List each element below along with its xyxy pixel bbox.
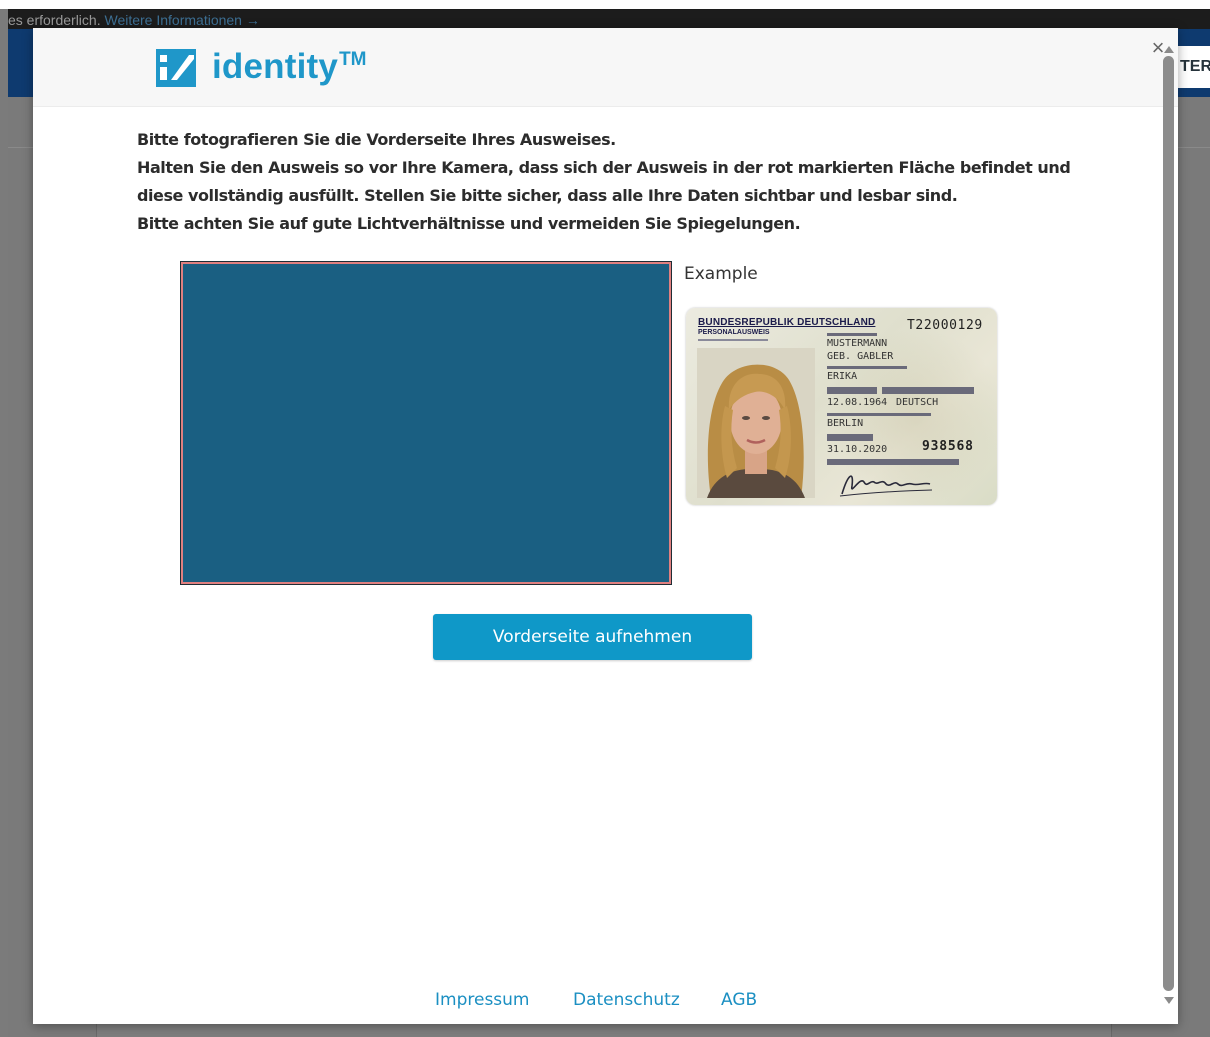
impressum-link[interactable]: Impressum bbox=[435, 990, 530, 1010]
capture-front-button[interactable]: Vorderseite aufnehmen bbox=[433, 614, 752, 660]
instruction-line: Bitte fotografieren Sie die Vorderseite … bbox=[137, 130, 616, 149]
card-document-type: PERSONALAUSWEIS bbox=[698, 329, 770, 336]
card-signature bbox=[839, 475, 933, 497]
card-holder-photo bbox=[697, 348, 815, 498]
card-field-caption bbox=[827, 459, 959, 465]
card-birth-date: 12.08.1964 bbox=[827, 397, 888, 408]
card-small-print bbox=[698, 339, 768, 341]
modal-footer: Impressum Datenschutz AGB bbox=[33, 990, 1178, 1012]
card-expiry-date: 31.10.2020 bbox=[827, 444, 888, 455]
modal-header: identity TM bbox=[33, 28, 1178, 107]
example-label: Example bbox=[684, 264, 758, 284]
browser-top-strip bbox=[0, 0, 1210, 9]
card-place-of-birth: BERLIN bbox=[827, 418, 864, 429]
card-birth-name: GEB. GABLER bbox=[827, 351, 894, 362]
identity-logo-text: identity bbox=[212, 47, 339, 86]
scroll-up-arrow-icon[interactable] bbox=[1164, 46, 1174, 53]
card-country-header: BUNDESREPUBLIK DEUTSCHLAND bbox=[698, 317, 876, 328]
example-id-card: BUNDESREPUBLIK DEUTSCHLAND PERSONALAUSWE… bbox=[686, 308, 997, 505]
card-nationality: DEUTSCH bbox=[896, 397, 939, 408]
modal-scrollbar[interactable] bbox=[1162, 46, 1176, 1016]
capture-instructions: Bitte fotografieren Sie die Vorderseite … bbox=[137, 126, 1097, 238]
card-surname: MUSTERMANN bbox=[827, 338, 888, 349]
card-field-caption bbox=[827, 333, 877, 336]
card-given-name: ERIKA bbox=[827, 371, 858, 382]
cookie-notice-message: es erforderlich. bbox=[8, 12, 105, 28]
trademark-mark: TM bbox=[339, 49, 367, 70]
instruction-line: diese vollständig ausfüllt. Stellen Sie … bbox=[137, 186, 958, 205]
scroll-down-arrow-icon[interactable] bbox=[1164, 997, 1174, 1004]
scrollbar-thumb[interactable] bbox=[1163, 56, 1174, 991]
camera-preview-frame bbox=[180, 261, 672, 585]
card-document-number: T22000129 bbox=[907, 318, 983, 333]
card-field-caption bbox=[827, 413, 931, 416]
card-field-caption bbox=[827, 434, 873, 441]
instruction-line: Halten Sie den Ausweis so vor Ihre Kamer… bbox=[137, 158, 1071, 177]
cookie-notice-bar: es erforderlich. Weitere Informationen → bbox=[8, 9, 1210, 29]
navbar-button[interactable]: TER bbox=[1176, 46, 1210, 88]
card-field-caption bbox=[882, 387, 974, 394]
id-verification-modal: identity TM × Bitte fotografieren Sie di… bbox=[33, 28, 1178, 1024]
card-field-caption bbox=[827, 387, 877, 394]
card-field-caption bbox=[827, 366, 907, 369]
identity-logo: identity TM bbox=[156, 47, 367, 89]
agb-link[interactable]: AGB bbox=[721, 990, 757, 1010]
card-access-number: 938568 bbox=[922, 439, 974, 454]
instruction-line: Bitte achten Sie auf gute Lichtverhältni… bbox=[137, 214, 801, 233]
cookie-more-info-link[interactable]: Weitere Informationen → bbox=[104, 12, 259, 28]
cookie-notice-text: es erforderlich. Weitere Informationen → bbox=[8, 12, 260, 28]
datenschutz-link[interactable]: Datenschutz bbox=[573, 990, 680, 1010]
identity-logo-icon bbox=[156, 49, 196, 87]
